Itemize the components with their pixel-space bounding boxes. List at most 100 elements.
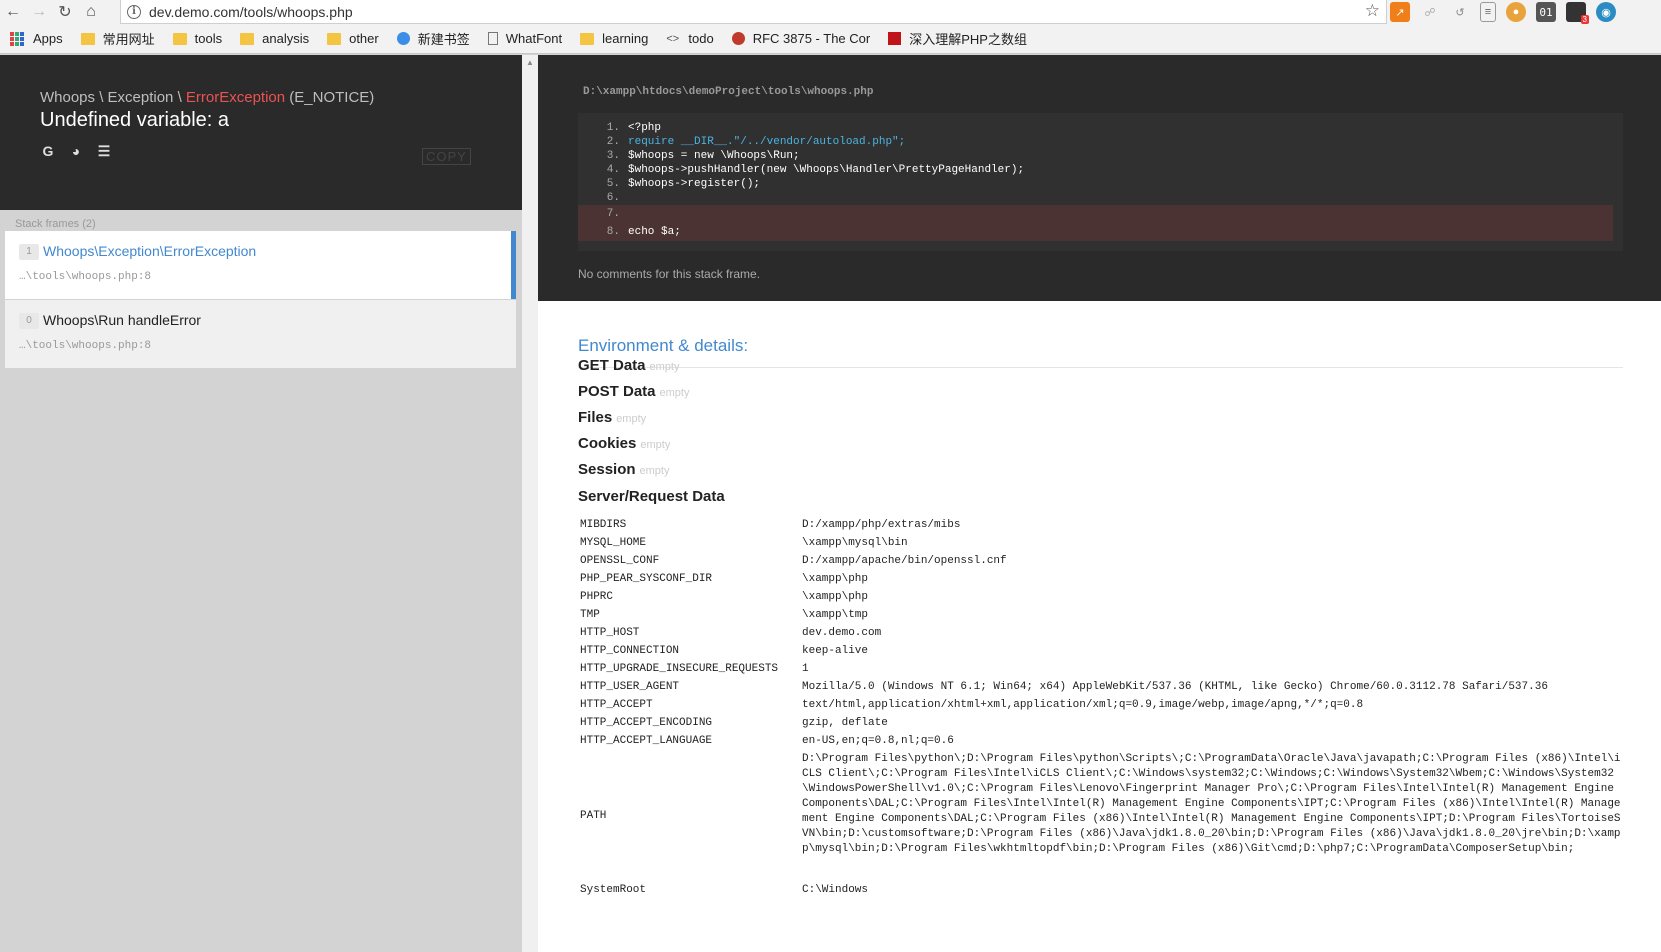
bookmark-label: Apps <box>33 31 63 46</box>
section-title: GET Data <box>578 357 646 374</box>
server-data-key: HTTP_ACCEPT <box>580 699 653 711</box>
site-logo-icon <box>888 32 902 45</box>
code-line: 3. $whoops = new \Whoops\Run; <box>578 149 1613 163</box>
bookmark-folder-common[interactable]: 常用网址 <box>80 29 155 48</box>
rfc-logo-icon <box>731 32 745 45</box>
server-data-value: text/html,application/xhtml+xml,applicat… <box>802 699 1364 711</box>
folder-icon <box>80 32 95 45</box>
stack-frame-1[interactable]: 1 Whoops\Exception\ErrorException …\tool… <box>5 231 516 299</box>
bookmark-label: RFC 3875 - The Cor <box>752 31 871 46</box>
bookmark-php-array[interactable]: 深入理解PHP之数组 <box>888 29 1027 48</box>
globe-extension-icon[interactable]: ◉ <box>1596 2 1616 22</box>
line-number: 4. <box>606 164 620 176</box>
bookmark-new[interactable]: 新建书签 <box>396 29 470 48</box>
copy-button[interactable]: COPY <box>422 148 471 165</box>
link-extension-icon[interactable]: ☍ <box>1420 2 1440 22</box>
bookmark-folder-analysis[interactable]: analysis <box>240 31 309 46</box>
section-title: Files <box>578 409 613 426</box>
server-data-row: HTTP_HOST dev.demo.com <box>580 626 1640 641</box>
apps-grid-icon <box>10 31 24 46</box>
chart-extension-icon[interactable]: ↗ <box>1390 2 1410 22</box>
line-number: 6. <box>606 192 620 204</box>
server-data-row: HTTP_ACCEPT_ENCODING gzip, deflate <box>580 716 1640 731</box>
section-files: Files empty <box>578 409 646 426</box>
cookie-extension-icon[interactable]: ● <box>1506 2 1526 22</box>
folder-icon <box>240 32 255 45</box>
stackoverflow-search-icon[interactable]: ☰ <box>96 143 112 159</box>
bookmark-todo[interactable]: <> todo <box>666 31 713 46</box>
empty-label: empty <box>616 413 647 425</box>
server-data-row: OPENSSL_CONF D:/xampp/apache/bin/openssl.… <box>580 554 1640 569</box>
frame-index: 0 <box>19 313 39 329</box>
binary-extension-icon[interactable]: 01 <box>1536 2 1556 22</box>
server-data-key: HTTP_USER_AGENT <box>580 681 680 693</box>
bookmark-label: 深入理解PHP之数组 <box>909 32 1027 47</box>
server-data-row: PHPRC \xampp\php <box>580 590 1640 605</box>
server-data-key: HTTP_ACCEPT_ENCODING <box>580 717 713 729</box>
notification-extension-icon[interactable]: 3 <box>1566 2 1589 24</box>
scroll-up-icon[interactable]: ▲ <box>522 58 538 67</box>
info-icon[interactable]: i <box>127 4 141 19</box>
stack-frame-0[interactable]: 0 Whoops\Run handleError …\tools\whoops.… <box>5 300 516 368</box>
server-data-key: HTTP_UPGRADE_INSECURE_REQUESTS <box>580 663 779 675</box>
server-data-value: \xampp\php <box>802 591 869 603</box>
bookmark-rfc[interactable]: RFC 3875 - The Cor <box>731 31 871 46</box>
bookmark-whatfont[interactable]: WhatFont <box>487 31 562 46</box>
back-icon[interactable]: ← <box>0 0 26 24</box>
duckduckgo-search-icon[interactable]: ◕ <box>68 143 84 159</box>
address-bar[interactable]: i dev.demo.com/tools/whoops.php ☆ <box>120 0 1387 24</box>
line-number: 3. <box>606 150 620 162</box>
bookmark-folder-tools[interactable]: tools <box>172 31 222 46</box>
line-number: 8. <box>606 226 620 238</box>
reload-icon[interactable]: ↻ <box>52 0 78 24</box>
server-data-row: MYSQL_HOME \xampp\mysql\bin <box>580 536 1640 551</box>
server-data-value: D:\Program Files\python\;D:\Program File… <box>802 753 1621 855</box>
server-data-row: PATH D:\Program Files\python\;D:\Program … <box>580 752 1640 878</box>
server-data-row: HTTP_CONNECTION keep-alive <box>580 644 1640 659</box>
m-logo-icon <box>396 32 410 45</box>
section-session: Session empty <box>578 461 670 478</box>
server-data-value: keep-alive <box>802 645 869 657</box>
forward-icon[interactable]: → <box>26 0 52 24</box>
frame-class: Whoops\Exception\ErrorException <box>43 243 257 259</box>
folder-icon <box>327 32 342 45</box>
section-get-data: GET Data empty <box>578 357 679 374</box>
empty-label: empty <box>639 465 670 477</box>
server-data-value: Mozilla/5.0 (Windows NT 6.1; Win64; x64)… <box>802 681 1548 693</box>
exception-class-name: ErrorException <box>185 89 286 106</box>
bookmark-folder-other[interactable]: other <box>327 31 379 46</box>
bookmarks-bar: Apps 常用网址 tools analysis other 新建书签 What… <box>0 24 1661 54</box>
server-data-row: HTTP_UPGRADE_INSECURE_REQUESTS 1 <box>580 662 1640 677</box>
document-extension-icon[interactable]: ≡ <box>1480 2 1496 22</box>
bookmark-label: 常用网址 <box>102 32 155 47</box>
server-data-row: PHP_PEAR_SYSCONF_DIR \xampp\php <box>580 572 1640 587</box>
bookmark-star-icon[interactable]: ☆ <box>1365 1 1380 21</box>
section-cookies: Cookies empty <box>578 435 670 452</box>
exception-class: Whoops \ Exception \ ErrorException (E_N… <box>40 89 374 106</box>
frame-file-path[interactable]: D:\xampp\htdocs\demoProject\tools\whoops… <box>583 86 873 98</box>
server-data-key: PHP_PEAR_SYSCONF_DIR <box>580 573 713 585</box>
divider <box>578 367 1623 368</box>
google-search-icon[interactable]: G <box>40 143 56 159</box>
exception-namespace: Whoops \ Exception \ <box>40 89 186 106</box>
line-text: require __DIR__."/../vendor/autoload.php… <box>628 136 906 148</box>
code-line-error: 8. echo $a; <box>578 223 1613 241</box>
section-title: Session <box>578 461 636 478</box>
code-line: 5. $whoops->register(); <box>578 177 1613 191</box>
frame-comments: No comments for this stack frame. <box>578 267 761 281</box>
section-title: Cookies <box>578 435 637 452</box>
code-block: 1. <?php 2. require __DIR__."/../vendor/au… <box>578 113 1623 251</box>
bookmark-folder-learning[interactable]: learning <box>580 31 648 46</box>
exception-message: Undefined variable: a <box>40 109 230 131</box>
left-scrollbar[interactable]: ▲ <box>522 55 538 952</box>
home-icon[interactable]: ⌂ <box>78 0 104 24</box>
empty-label: empty <box>649 361 680 373</box>
history-extension-icon[interactable]: ↺ <box>1450 2 1470 22</box>
server-data-value: \xampp\tmp <box>802 609 869 621</box>
browser-toolbar: ← → ↻ ⌂ i dev.demo.com/tools/whoops.php … <box>0 0 1661 24</box>
bookmark-apps[interactable]: Apps <box>10 31 63 46</box>
bookmark-label: analysis <box>262 31 310 46</box>
extension-icons: ↗ ☍ ↺ ≡ ● 01 3 ◉ <box>1390 2 1616 24</box>
server-data-key: PHPRC <box>580 591 614 603</box>
page-icon <box>487 32 498 45</box>
